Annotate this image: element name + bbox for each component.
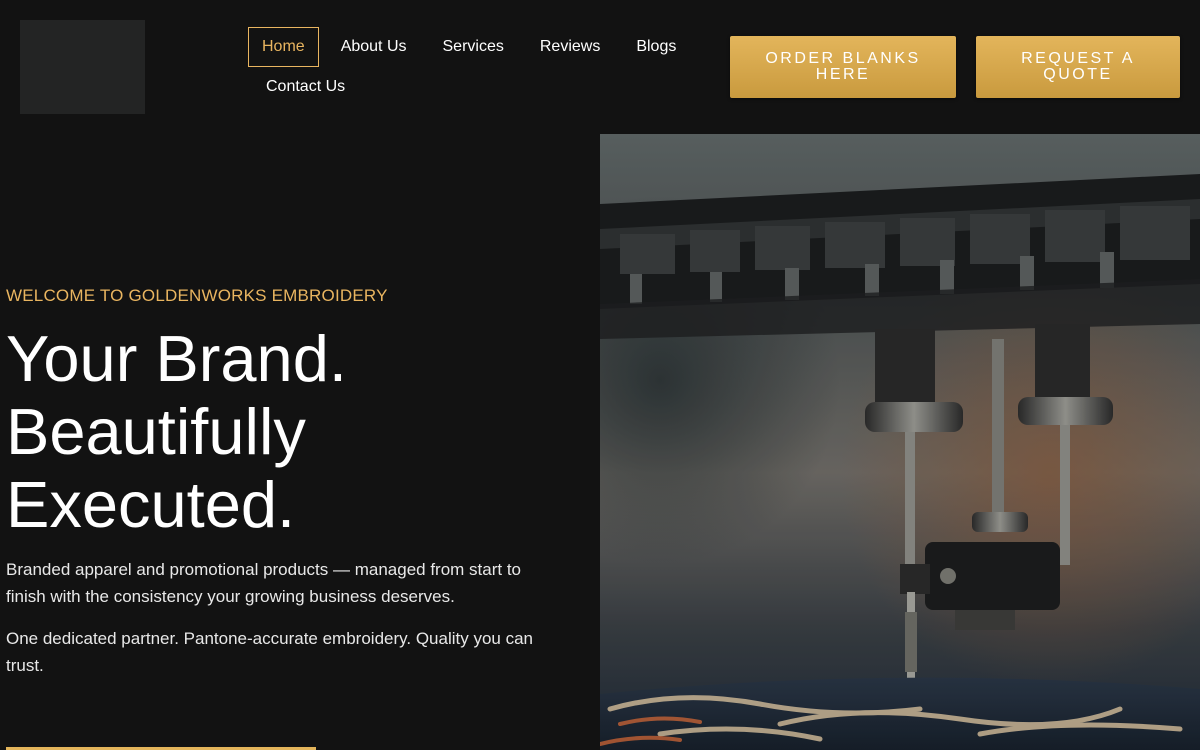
nav-item-about-us[interactable]: About Us [327,27,421,67]
embroidery-machine-illustration [600,134,1200,750]
nav-item-contact-us[interactable]: Contact Us [252,67,359,107]
nav-item-blogs[interactable]: Blogs [622,27,690,67]
nav-item-home[interactable]: Home [248,27,319,67]
nav-item-reviews[interactable]: Reviews [526,27,614,67]
hero-description: Branded apparel and promotional products… [6,560,522,606]
headline-line: Your Brand. [6,322,347,395]
hero-headline: Your Brand. Beautifully Executed. [6,322,566,541]
hero-tagline: One dedicated partner. Pantone-accurate … [6,629,533,675]
nav-item-services[interactable]: Services [429,27,518,67]
headline-line: Executed. [6,468,296,541]
main-nav: Home About Us Services Reviews Blogs Con… [248,27,688,107]
nav-row: Home About Us Services Reviews Blogs [248,27,688,67]
site-logo[interactable] [20,20,145,114]
hero-eyebrow: WELCOME TO GOLDENWORKS EMBROIDERY [6,286,388,305]
order-blanks-button[interactable]: ORDER BLANKS HERE [730,36,956,98]
headline-line: Beautifully [6,395,306,468]
request-quote-button[interactable]: REQUEST A QUOTE [976,36,1180,98]
nav-row: Contact Us [248,67,688,107]
hero-image [600,134,1200,750]
page: Home About Us Services Reviews Blogs Con… [0,0,1200,750]
